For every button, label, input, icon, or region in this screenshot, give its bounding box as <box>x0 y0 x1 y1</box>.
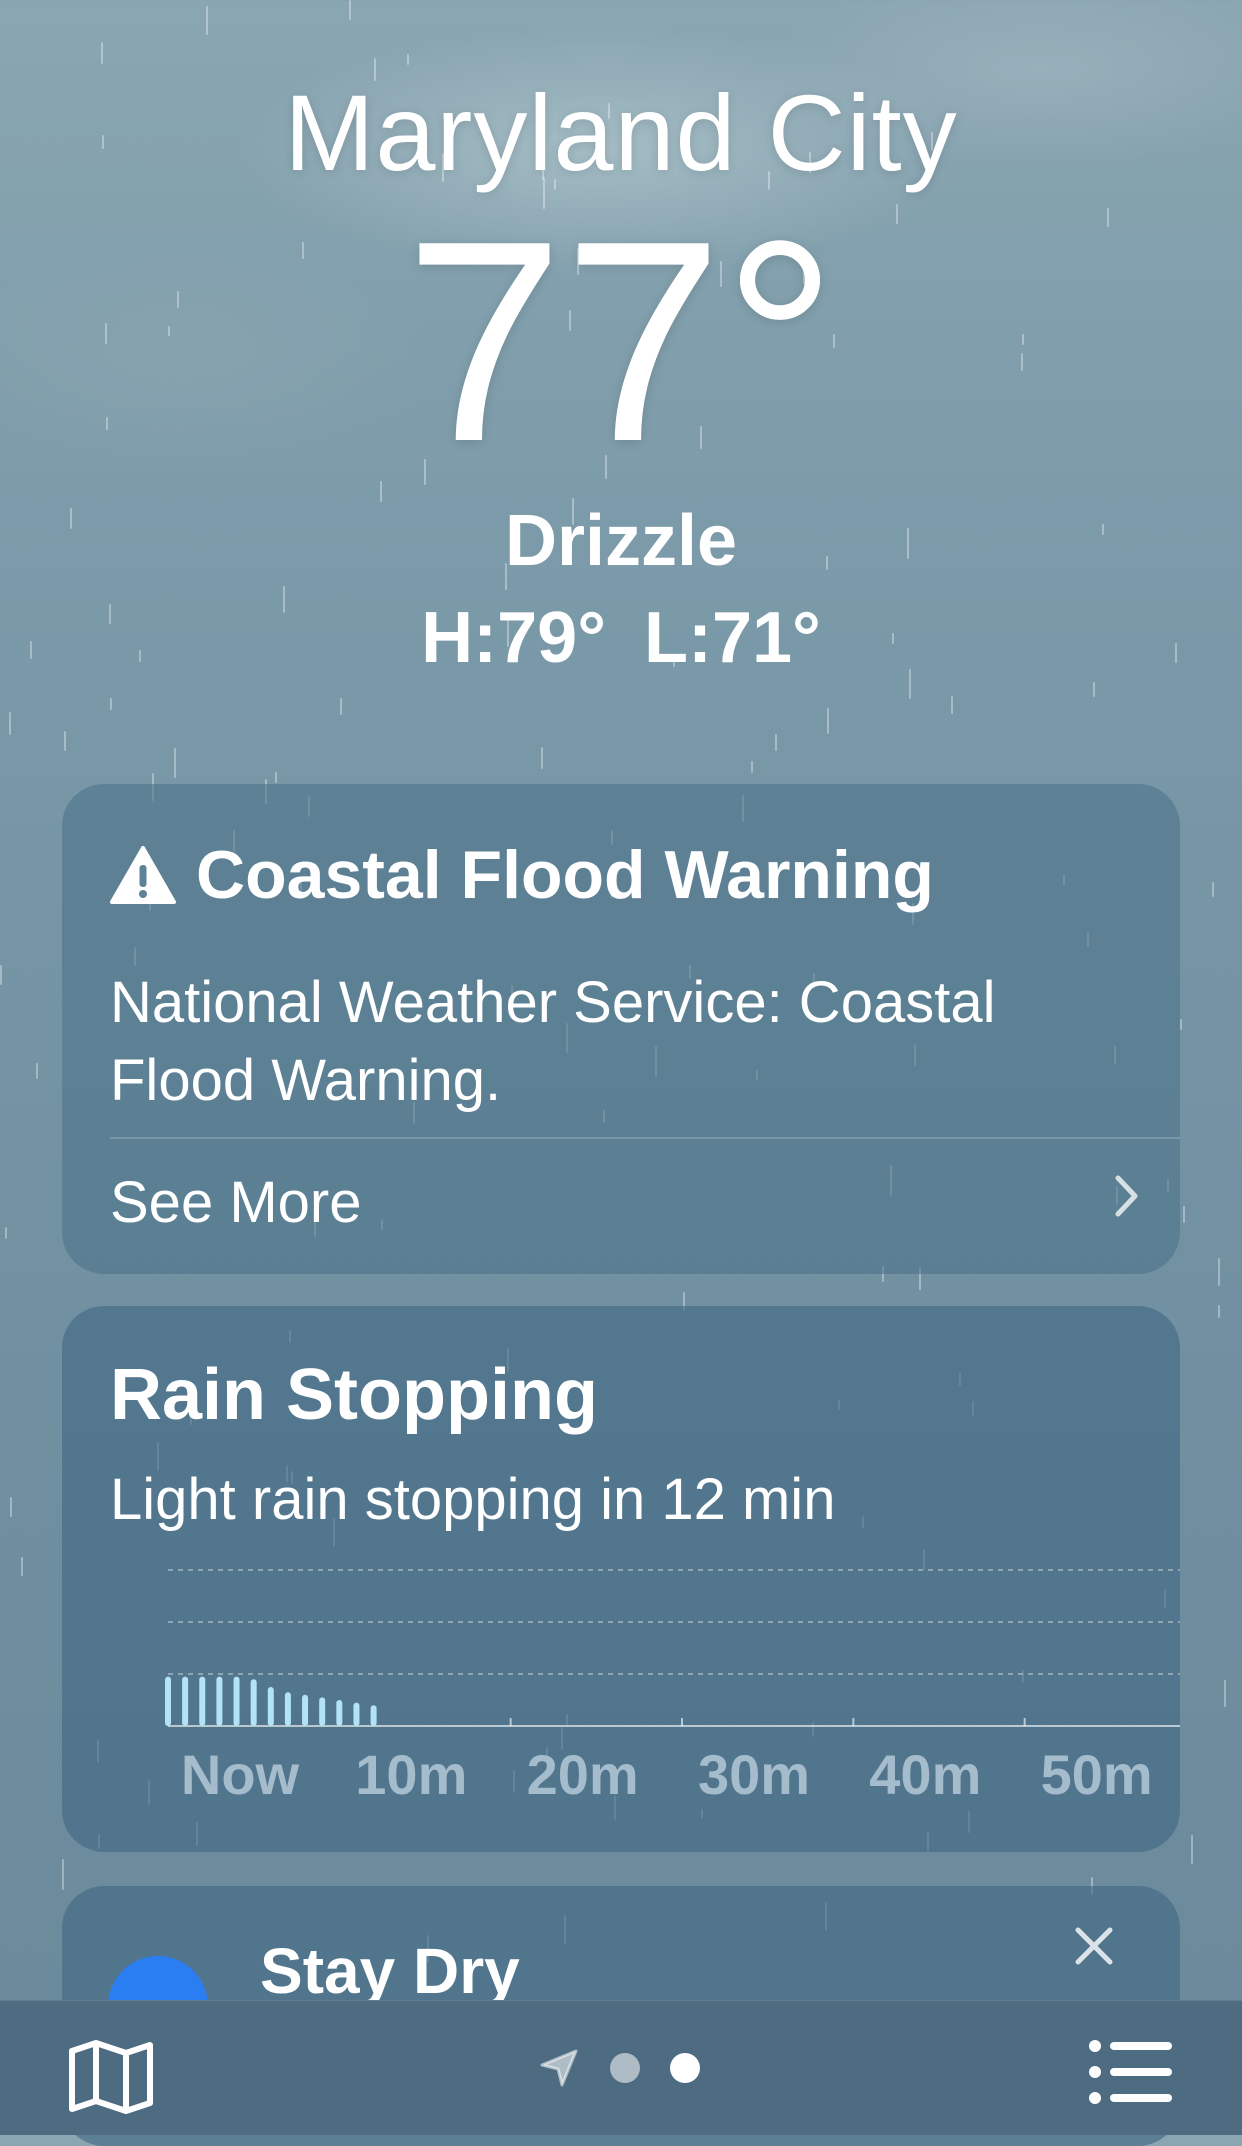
divider <box>110 1137 1180 1139</box>
chart-tick-label: 40m <box>869 1743 981 1796</box>
page-dot-1[interactable] <box>610 2053 640 2083</box>
raindrop <box>827 708 829 734</box>
chart-tick-label: 10m <box>355 1743 467 1796</box>
raindrop <box>0 965 2 985</box>
precipitation-bar <box>165 1676 171 1726</box>
chart-tick-label: 30m <box>698 1743 810 1796</box>
precipitation-bar <box>284 1692 291 1726</box>
precipitation-bar <box>199 1676 206 1726</box>
map-icon[interactable] <box>68 2039 154 2115</box>
precipitation-bar <box>250 1679 257 1726</box>
high-temperature: H:79° <box>421 598 606 678</box>
raindrop <box>1224 1680 1226 1707</box>
alert-title: Coastal Flood Warning <box>110 820 934 930</box>
raindrop <box>64 731 66 751</box>
next-hour-precipitation-card[interactable]: Rain Stopping Light rain stopping in 12 … <box>62 1306 1180 1852</box>
raindrop <box>1183 1206 1185 1223</box>
raindrop <box>62 1859 64 1890</box>
raindrop <box>206 6 208 35</box>
precipitation-bar <box>336 1700 343 1726</box>
raindrop <box>9 712 11 735</box>
raindrop <box>174 748 176 778</box>
location-arrow-icon <box>540 2049 578 2087</box>
page-dot-2-active[interactable] <box>670 2053 700 2083</box>
precipitation-bar <box>353 1702 360 1726</box>
stay-dry-title: Stay Dry <box>260 1935 520 2007</box>
precipitation-chart: Now 10m 20m 30m 40m 50m <box>165 1569 1180 1796</box>
raindrop <box>5 1227 7 1239</box>
raindrop <box>275 772 277 783</box>
precipitation-summary: Light rain stopping in 12 min <box>110 1467 836 1532</box>
raindrop <box>380 481 382 502</box>
raindrop <box>407 54 409 65</box>
raindrop <box>10 1497 12 1517</box>
high-low-temperatures: H:79° L:71° <box>0 597 1242 679</box>
raindrop <box>340 698 342 715</box>
severe-weather-alert-card[interactable]: Coastal Flood Warning National Weather S… <box>62 784 1180 1274</box>
precipitation-bar <box>233 1676 240 1726</box>
low-temperature: L:71° <box>644 598 821 678</box>
raindrop <box>751 761 753 773</box>
chart-tick-label: 50m <box>1041 1743 1153 1796</box>
precipitation-bar <box>182 1676 189 1726</box>
raindrop <box>110 698 112 710</box>
raindrop <box>1180 1019 1182 1030</box>
chart-tick-label: 20m <box>527 1743 639 1796</box>
bottom-toolbar <box>0 2000 1242 2135</box>
chart-tick-label: Now <box>181 1743 300 1796</box>
page-indicator[interactable] <box>538 2047 700 2089</box>
precipitation-title: Rain Stopping <box>110 1355 598 1435</box>
raindrop <box>36 1063 38 1079</box>
chevron-right-icon[interactable] <box>1114 1174 1140 1218</box>
close-icon[interactable] <box>1074 1926 1114 1966</box>
raindrop <box>21 1557 23 1576</box>
warning-triangle-icon <box>110 846 176 904</box>
raindrop <box>541 747 543 769</box>
city-name: Maryland City <box>284 72 958 193</box>
precipitation-bar <box>319 1697 326 1726</box>
see-more-link[interactable]: See More <box>110 1169 361 1236</box>
raindrop <box>1218 1305 1220 1318</box>
precipitation-bar <box>216 1676 223 1726</box>
raindrop <box>101 42 103 64</box>
precipitation-bar <box>370 1705 377 1726</box>
raindrop <box>1093 682 1095 697</box>
raindrop <box>951 696 953 714</box>
precipitation-bar <box>302 1694 309 1726</box>
raindrop <box>1191 1835 1193 1864</box>
list-icon[interactable] <box>1088 2039 1174 2105</box>
current-temperature: 77° <box>404 181 838 501</box>
precipitation-bar <box>267 1687 274 1726</box>
raindrop <box>775 734 777 751</box>
alert-description: National Weather Service: Coastal Flood … <box>110 970 996 1113</box>
raindrop <box>1212 882 1214 897</box>
raindrop <box>349 0 351 20</box>
raindrop <box>1218 1258 1220 1286</box>
condition-label: Drizzle <box>504 501 738 581</box>
